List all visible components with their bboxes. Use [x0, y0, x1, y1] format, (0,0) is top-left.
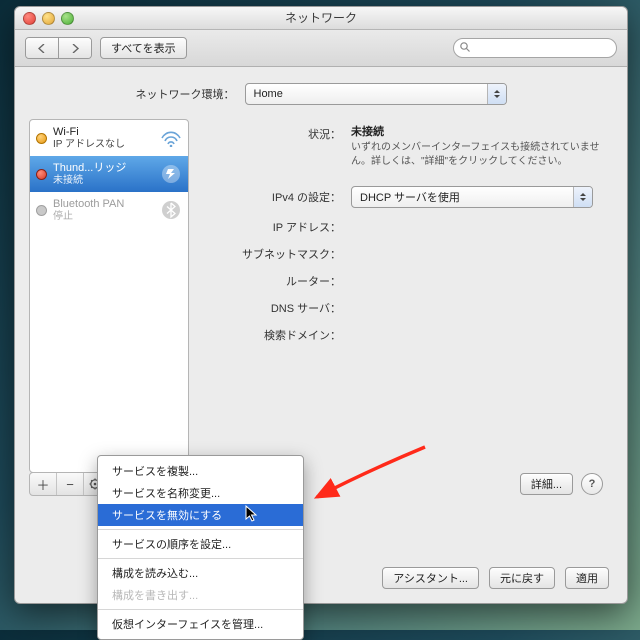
window-title: ネットワーク	[285, 11, 357, 25]
menu-export-config: 構成を書き出す...	[98, 584, 303, 606]
bluetooth-icon	[160, 199, 182, 221]
apply-button[interactable]: 適用	[565, 567, 609, 589]
status-label: 状況：	[201, 123, 351, 142]
remove-service-button[interactable]: −	[57, 473, 84, 495]
titlebar: ネットワーク	[15, 7, 627, 30]
close-icon[interactable]	[23, 12, 36, 25]
menu-manage-virtual-interfaces[interactable]: 仮想インターフェイスを管理...	[98, 613, 303, 635]
zoom-icon[interactable]	[61, 12, 74, 25]
service-item-thunderbolt-bridge[interactable]: Thund...リッジ 未接続	[30, 156, 188, 192]
status-dot-icon	[36, 205, 47, 216]
menu-rename-service[interactable]: サービスを名称変更...	[98, 482, 303, 504]
assistant-button[interactable]: アシスタント...	[382, 567, 479, 589]
network-location-row: ネットワーク環境： Home	[29, 83, 613, 105]
menu-disable-service[interactable]: サービスを無効にする	[98, 504, 303, 526]
ip-address-label: IP アドレス：	[201, 216, 351, 235]
nav-back-forward[interactable]	[25, 37, 92, 59]
menu-duplicate-service[interactable]: サービスを複製...	[98, 460, 303, 482]
service-name: Thund...リッジ	[53, 162, 154, 175]
network-location-value: Home	[254, 88, 283, 100]
service-status: IP アドレスなし	[53, 139, 154, 151]
status-dot-icon	[36, 133, 47, 144]
window-footer-buttons: アシスタント... 元に戻す 適用	[382, 567, 609, 589]
ipv4-config-value: DHCP サーバを使用	[360, 189, 460, 205]
status-value: 未接続	[351, 123, 605, 139]
help-icon: ?	[589, 478, 596, 490]
window-controls	[23, 12, 74, 25]
ipv4-label: IPv4 の設定：	[201, 186, 351, 205]
network-location-popup[interactable]: Home	[245, 83, 507, 105]
forward-button[interactable]	[58, 38, 91, 58]
service-detail-pane: 状況： 未接続 いずれのメンバーインターフェイスも接続されていません。詳しくは、…	[201, 119, 613, 495]
thunderbolt-bridge-icon	[160, 163, 182, 185]
service-item-bluetooth-pan[interactable]: Bluetooth PAN 停止	[30, 192, 188, 228]
router-label: ルーター：	[201, 270, 351, 289]
minimize-icon[interactable]	[42, 12, 55, 25]
search-input[interactable]	[453, 38, 617, 58]
show-all-button[interactable]: すべてを表示	[100, 37, 187, 59]
service-name: Wi-Fi	[53, 126, 154, 139]
search-icon	[459, 41, 471, 53]
popup-arrows-icon	[573, 187, 592, 207]
revert-button[interactable]: 元に戻す	[489, 567, 555, 589]
service-name: Bluetooth PAN	[53, 198, 154, 211]
add-service-button[interactable]: ＋	[30, 473, 57, 495]
toolbar: すべてを表示	[15, 30, 627, 67]
service-status: 停止	[53, 211, 154, 223]
service-item-wifi[interactable]: Wi-Fi IP アドレスなし	[30, 120, 188, 156]
assistant-button-label: アシスタント...	[393, 570, 468, 586]
revert-button-label: 元に戻す	[500, 570, 544, 586]
subnet-mask-label: サブネットマスク：	[201, 243, 351, 262]
status-hint: いずれのメンバーインターフェイスも接続されていません。詳しくは、"詳細"をクリッ…	[351, 141, 601, 168]
search-domain-label: 検索ドメイン：	[201, 324, 351, 343]
advanced-button[interactable]: 詳細...	[520, 473, 573, 495]
popup-arrows-icon	[487, 84, 506, 104]
help-button[interactable]: ?	[581, 473, 603, 495]
apply-button-label: 適用	[576, 570, 598, 586]
service-action-menu: サービスを複製... サービスを名称変更... サービスを無効にする サービスの…	[97, 455, 304, 640]
network-preferences-window: ネットワーク すべてを表示 ネットワーク環境： Home Wi	[14, 6, 628, 604]
menu-import-config[interactable]: 構成を読み込む...	[98, 562, 303, 584]
ipv4-config-popup[interactable]: DHCP サーバを使用	[351, 186, 593, 208]
service-list[interactable]: Wi-Fi IP アドレスなし Thund...リッジ 未接続	[29, 119, 189, 473]
show-all-label: すべてを表示	[111, 40, 176, 56]
network-location-label: ネットワーク環境：	[136, 86, 235, 102]
menu-set-service-order[interactable]: サービスの順序を設定...	[98, 533, 303, 555]
status-dot-icon	[36, 169, 47, 180]
wifi-icon	[160, 127, 182, 149]
dns-server-label: DNS サーバ：	[201, 297, 351, 316]
back-button[interactable]	[26, 38, 58, 58]
advanced-button-label: 詳細...	[531, 476, 562, 492]
service-status: 未接続	[53, 175, 154, 187]
